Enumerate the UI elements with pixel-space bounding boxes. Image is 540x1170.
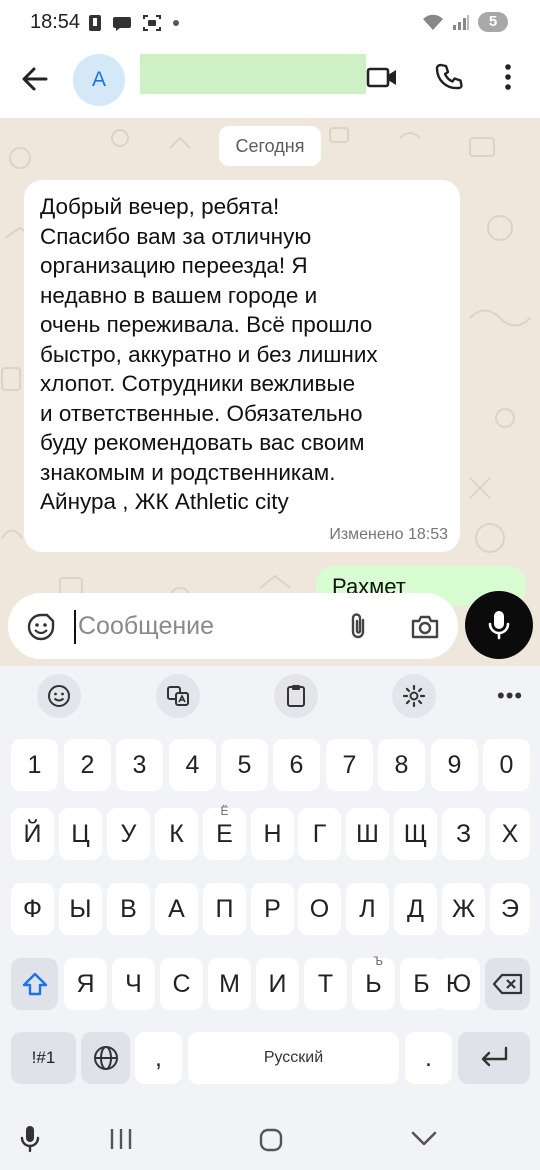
period-key[interactable]: . — [405, 1032, 452, 1084]
avatar[interactable]: А — [73, 54, 125, 106]
key-letter[interactable]: С — [160, 958, 203, 1010]
clipboard-icon — [287, 685, 305, 707]
key-letter[interactable]: К — [155, 808, 198, 860]
key-hint: Ъ — [373, 954, 384, 968]
key-letter[interactable]: Т — [304, 958, 347, 1010]
home-icon[interactable] — [258, 1127, 284, 1153]
keyboard-toolbar — [0, 666, 540, 728]
key-letter[interactable]: О — [298, 883, 341, 935]
key-letter[interactable]: Э — [490, 883, 530, 935]
key-9[interactable]: 9 — [431, 739, 478, 791]
enter-icon — [481, 1046, 508, 1067]
message-edited-time: Изменено 18:53 — [329, 526, 448, 543]
enter-key[interactable] — [458, 1032, 530, 1084]
key-letter[interactable]: М — [208, 958, 251, 1010]
shift-arrow-icon — [22, 972, 48, 996]
key-letter[interactable]: Р — [251, 883, 294, 935]
key-letter[interactable]: Ц — [59, 808, 102, 860]
attach-paperclip-icon[interactable] — [346, 612, 370, 642]
message-composer[interactable]: Сообщение — [8, 593, 458, 659]
key-4[interactable]: 4 — [169, 739, 216, 791]
lock-notification-icon — [89, 15, 101, 31]
symbols-key[interactable]: !#1 — [11, 1032, 76, 1084]
voice-record-button[interactable] — [465, 591, 533, 659]
key-letter[interactable]: Ф — [11, 883, 54, 935]
key-letter[interactable]: Г — [298, 808, 341, 860]
screenshot-icon — [143, 15, 161, 31]
key-2[interactable]: 2 — [64, 739, 111, 791]
message-input[interactable]: Сообщение — [78, 612, 214, 641]
sticker-emoji-icon[interactable] — [26, 612, 56, 642]
microphone-icon — [488, 611, 510, 640]
status-time: 18:54 — [30, 11, 81, 33]
key-letter[interactable]: Н — [251, 808, 294, 860]
key-letter[interactable]: Ю — [437, 958, 480, 1010]
key-letter[interactable]: Д — [394, 883, 437, 935]
clipboard-button[interactable] — [274, 674, 318, 718]
battery-icon: 5 — [478, 12, 508, 32]
signal-icon — [453, 15, 469, 30]
hide-keyboard-icon[interactable] — [410, 1129, 438, 1149]
backspace-icon — [492, 973, 523, 995]
voice-input-icon[interactable] — [18, 1123, 42, 1155]
key-letter-e[interactable]: ЁЕ — [203, 804, 246, 860]
video-call-icon[interactable] — [366, 62, 398, 92]
shift-key[interactable] — [11, 958, 58, 1010]
globe-icon — [94, 1046, 118, 1070]
key-letter[interactable]: Ы — [59, 883, 102, 935]
key-letter[interactable]: Ч — [112, 958, 155, 1010]
incoming-message-bubble[interactable]: Добрый вечер, ребята! Спасибо вам за отл… — [24, 180, 460, 552]
translate-icon — [167, 686, 189, 706]
recents-icon[interactable] — [108, 1127, 134, 1151]
gear-icon — [402, 684, 426, 708]
space-key[interactable]: Русский — [188, 1032, 399, 1084]
key-letter[interactable]: Ш — [346, 808, 389, 860]
key-letter[interactable]: Л — [346, 883, 389, 935]
message-text: Добрый вечер, ребята! Спасибо вам за отл… — [40, 194, 378, 514]
key-letter[interactable]: П — [203, 883, 246, 935]
key-6[interactable]: 6 — [273, 739, 320, 791]
key-letter[interactable]: Х — [490, 808, 530, 860]
key-letter[interactable]: Ж — [442, 883, 485, 935]
contact-name-redacted[interactable] — [140, 54, 366, 94]
key-8[interactable]: 8 — [378, 739, 425, 791]
toolbar-more-icon[interactable]: ••• — [497, 683, 523, 709]
key-1[interactable]: 1 — [11, 739, 58, 791]
chat-header: А — [0, 48, 540, 118]
more-options-icon[interactable] — [502, 62, 514, 92]
key-letter[interactable]: У — [107, 808, 150, 860]
date-chip: Сегодня — [219, 126, 321, 166]
emoji-keyboard-button[interactable] — [37, 674, 81, 718]
comma-key[interactable]: , — [135, 1032, 182, 1084]
key-letter-soft-sign[interactable]: ЪЬ — [352, 954, 395, 1010]
chat-area[interactable]: Сегодня Добрый вечер, ребята! Спасибо ва… — [0, 118, 540, 666]
key-letter[interactable]: Й — [11, 808, 54, 860]
system-navigation-bar — [0, 1115, 540, 1170]
text-cursor — [74, 610, 76, 644]
key-0[interactable]: 0 — [483, 739, 530, 791]
status-bar: 18:54 5 — [0, 0, 540, 48]
smiley-icon — [48, 685, 70, 707]
dot-icon — [173, 20, 179, 26]
back-arrow-icon[interactable] — [20, 64, 50, 94]
key-hint: Ё — [220, 804, 229, 818]
camera-icon[interactable] — [410, 613, 440, 641]
key-letter[interactable]: И — [256, 958, 299, 1010]
backspace-key[interactable] — [485, 958, 530, 1010]
key-7[interactable]: 7 — [326, 739, 373, 791]
key-letter[interactable]: Щ — [394, 808, 437, 860]
keyboard-settings-button[interactable] — [392, 674, 436, 718]
key-letter[interactable]: А — [155, 883, 198, 935]
phone-call-icon[interactable] — [434, 62, 464, 92]
key-5[interactable]: 5 — [221, 739, 268, 791]
key-letter[interactable]: Я — [64, 958, 107, 1010]
chat-notification-icon — [113, 17, 131, 31]
language-key[interactable] — [81, 1032, 130, 1084]
wifi-icon — [423, 14, 443, 30]
key-letter[interactable]: З — [442, 808, 485, 860]
translate-button[interactable] — [156, 674, 200, 718]
key-letter[interactable]: В — [107, 883, 150, 935]
key-3[interactable]: 3 — [116, 739, 163, 791]
